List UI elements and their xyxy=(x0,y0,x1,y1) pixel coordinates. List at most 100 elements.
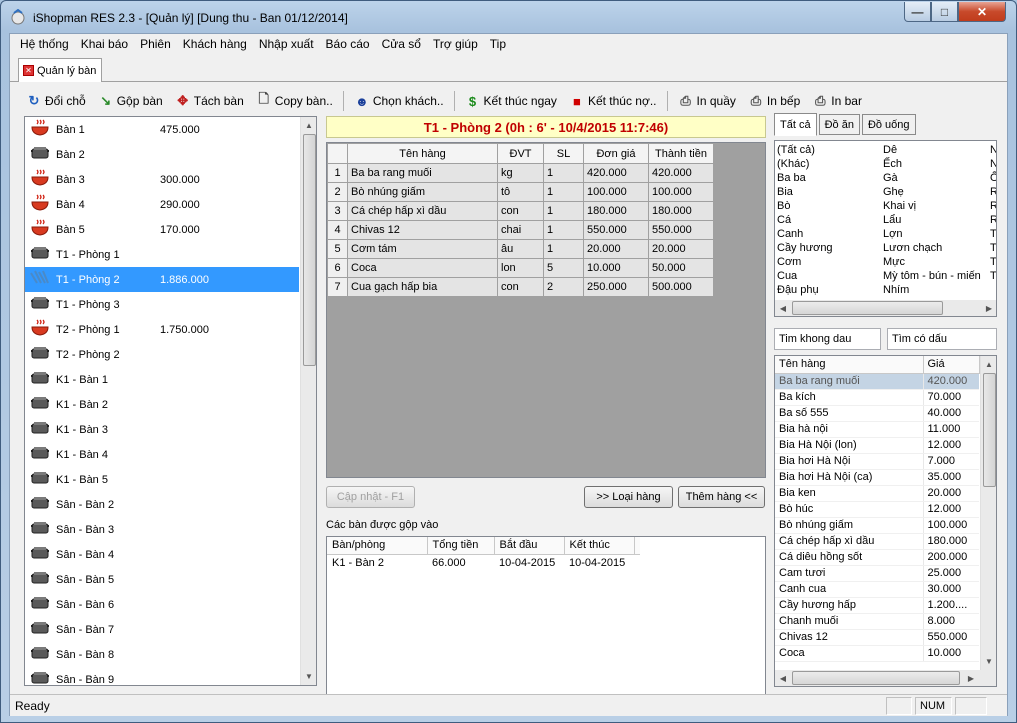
category-item[interactable]: Mực xyxy=(883,255,981,269)
category-column-3[interactable]: NNỐRRRTTTT xyxy=(990,143,996,297)
table-row[interactable]: T2 - Phòng 1 1.750.000 xyxy=(25,317,316,342)
menu-item[interactable]: Phiên xyxy=(134,37,177,51)
category-item[interactable]: Gà xyxy=(883,171,981,185)
item-row[interactable]: Ba kích 70.000 xyxy=(775,389,979,406)
item-row[interactable]: Cam tươi 25.000 xyxy=(775,565,979,582)
item-row[interactable]: Chivas 12 550.000 xyxy=(775,629,979,646)
menu-item[interactable]: Khách hàng xyxy=(177,37,253,51)
order-column-header[interactable]: Đơn giá xyxy=(583,143,649,164)
table-row[interactable]: Sân - Bàn 5 xyxy=(25,567,316,592)
item-list[interactable]: Tên hàng Giá Ba ba rang muối 420.000 Ba kích… xyxy=(774,355,997,687)
item-row[interactable]: Cá diêu hồng sốt 200.000 xyxy=(775,549,979,566)
item-row[interactable]: Bò húc 12.000 xyxy=(775,501,979,518)
order-row[interactable]: 4 Chivas 12 chai 1 550.000 550.000 xyxy=(327,220,714,240)
tab-quan-ly-ban[interactable]: ✕ Quản lý bàn xyxy=(18,58,102,82)
toolbar-button[interactable]: ↘ Gộp bàn xyxy=(92,90,169,112)
order-column-header[interactable]: Tên hàng xyxy=(347,143,498,164)
category-tab[interactable]: Đồ uống xyxy=(861,114,916,135)
maximize-button[interactable]: □ xyxy=(931,2,958,22)
order-row[interactable]: 3 Cá chép hấp xì dầu con 1 180.000 180.000 xyxy=(327,201,714,221)
category-item[interactable]: R xyxy=(990,185,996,199)
category-item[interactable]: Khai vị xyxy=(883,199,981,213)
toolbar-button[interactable]: ↻ Đổi chỗ xyxy=(20,90,92,112)
scroll-down-icon[interactable]: ▼ xyxy=(981,653,996,670)
table-row[interactable]: Bàn 5 170.000 xyxy=(25,217,316,242)
table-row[interactable]: T1 - Phòng 1 xyxy=(25,242,316,267)
item-row[interactable]: Ba số 555 40.000 xyxy=(775,405,979,422)
item-row[interactable]: Bia Hà Nội (lon) 12.000 xyxy=(775,437,979,454)
scroll-up-icon[interactable]: ▲ xyxy=(301,117,316,134)
table-list[interactable]: Bàn 1 475.000 Bàn 2 Bàn 3 300.000 Bàn 4 290.00… xyxy=(24,116,317,686)
order-table[interactable]: Tên hàng ĐVT SL Đơn giá Thành tiền 1 Ba ba ran… xyxy=(327,143,714,297)
item-row[interactable]: Bia ken 20.000 xyxy=(775,485,979,502)
merged-column-header[interactable]: Tổng tiền xyxy=(427,537,495,555)
table-row[interactable]: Sân - Bàn 9 xyxy=(25,667,316,685)
category-item[interactable]: Bia xyxy=(777,185,833,199)
table-row[interactable]: Sân - Bàn 4 xyxy=(25,542,316,567)
item-row[interactable]: Bò nhúng giấm 100.000 xyxy=(775,517,979,534)
scroll-left-icon[interactable]: ◀ xyxy=(775,674,791,683)
category-item[interactable]: Nhím xyxy=(883,283,981,297)
merged-row[interactable]: K1 - Bàn 2 66.000 10-04-2015 10-04-2015 xyxy=(327,554,640,572)
table-row[interactable]: K1 - Bàn 5 xyxy=(25,467,316,492)
category-item[interactable]: R xyxy=(990,213,996,227)
category-hscrollbar[interactable]: ◀ ▶ xyxy=(775,300,996,316)
order-row[interactable]: 7 Cua gạch hấp bia con 2 250.000 500.000 xyxy=(327,277,714,297)
menu-item[interactable]: Tip xyxy=(484,37,512,51)
item-column-header[interactable]: Tên hàng xyxy=(775,356,924,374)
category-item[interactable]: Mỳ tôm - bún - miến xyxy=(883,269,981,283)
order-column-header[interactable]: SL xyxy=(543,143,584,164)
category-column-1[interactable]: (Tất cả) (Khác) Ba ba Bia Bò Cá Canh Cầy hương C… xyxy=(777,143,833,297)
item-row[interactable]: Ba ba rang muối 420.000 xyxy=(775,373,979,390)
menu-item[interactable]: Khai báo xyxy=(75,37,134,51)
item-column-header[interactable]: Giá xyxy=(923,356,980,374)
merged-tables-list[interactable]: Bàn/phòng Tổng tiền Bắt đầu Kết thúc K1 - Bà… xyxy=(326,536,766,701)
table-row[interactable]: Bàn 4 290.000 xyxy=(25,192,316,217)
toolbar-button[interactable]: ⎙ In bar xyxy=(806,90,868,112)
category-item[interactable]: Canh xyxy=(777,227,833,241)
scroll-thumb[interactable] xyxy=(303,134,316,366)
category-item[interactable]: Lợn xyxy=(883,227,981,241)
order-row[interactable]: 1 Ba ba rang muối kg 1 420.000 420.000 xyxy=(327,163,714,183)
category-item[interactable]: Lươn chạch xyxy=(883,241,981,255)
item-row[interactable]: Cá chép hấp xì dầu 180.000 xyxy=(775,533,979,550)
table-row[interactable]: K1 - Bàn 2 xyxy=(25,392,316,417)
table-row[interactable]: T1 - Phòng 3 xyxy=(25,292,316,317)
order-column-header[interactable]: Thành tiền xyxy=(648,143,714,164)
remove-item-button[interactable]: >> Loại hàng xyxy=(584,486,673,508)
toolbar-button[interactable]: ■ Kết thúc nợ.. xyxy=(563,90,663,112)
hscroll-thumb[interactable] xyxy=(792,301,943,315)
scroll-up-icon[interactable]: ▲ xyxy=(981,356,996,373)
add-item-button[interactable]: Thêm hàng << xyxy=(678,486,765,508)
category-item[interactable]: Ba ba xyxy=(777,171,833,185)
toolbar-button[interactable]: ✥ Tách bàn xyxy=(169,90,250,112)
toolbar-button[interactable]: ⎙ In quầy xyxy=(672,90,742,112)
category-item[interactable]: N xyxy=(990,143,996,157)
category-item[interactable]: N xyxy=(990,157,996,171)
item-row[interactable]: Cầy hương hấp 1.200.... xyxy=(775,597,979,614)
order-grid[interactable]: Tên hàng ĐVT SL Đơn giá Thành tiền 1 Ba ba ran… xyxy=(326,142,766,478)
category-item[interactable]: Ố xyxy=(990,171,996,185)
table-row[interactable]: Sân - Bàn 3 xyxy=(25,517,316,542)
menu-item[interactable]: Hệ thống xyxy=(14,37,75,51)
category-item[interactable]: Lẩu xyxy=(883,213,981,227)
menu-item[interactable]: Cửa sổ xyxy=(376,37,427,51)
scroll-right-icon[interactable]: ▶ xyxy=(963,674,979,683)
table-row[interactable]: T1 - Phòng 2 1.886.000 xyxy=(25,267,299,292)
category-item[interactable]: T xyxy=(990,255,996,269)
table-row[interactable]: K1 - Bàn 4 xyxy=(25,442,316,467)
category-item[interactable]: T xyxy=(990,269,996,283)
table-row[interactable]: Sân - Bàn 6 xyxy=(25,592,316,617)
scroll-left-icon[interactable]: ◀ xyxy=(775,304,791,313)
update-button[interactable]: Cập nhật - F1 xyxy=(326,486,415,508)
toolbar-button[interactable]: ☻ Chọn khách.. xyxy=(348,90,450,112)
category-item[interactable]: (Tất cả) xyxy=(777,143,833,157)
menu-item[interactable]: Báo cáo xyxy=(320,37,376,51)
table-row[interactable]: Bàn 3 300.000 xyxy=(25,167,316,192)
item-row[interactable]: Chanh muối 8.000 xyxy=(775,613,979,630)
table-row[interactable]: Bàn 1 475.000 xyxy=(25,117,316,142)
minimize-button[interactable]: — xyxy=(904,2,931,22)
item-hscrollbar[interactable]: ◀ ▶ xyxy=(775,670,996,686)
category-list[interactable]: (Tất cả) (Khác) Ba ba Bia Bò Cá Canh Cầy hương C… xyxy=(774,140,997,317)
table-row[interactable]: K1 - Bàn 3 xyxy=(25,417,316,442)
